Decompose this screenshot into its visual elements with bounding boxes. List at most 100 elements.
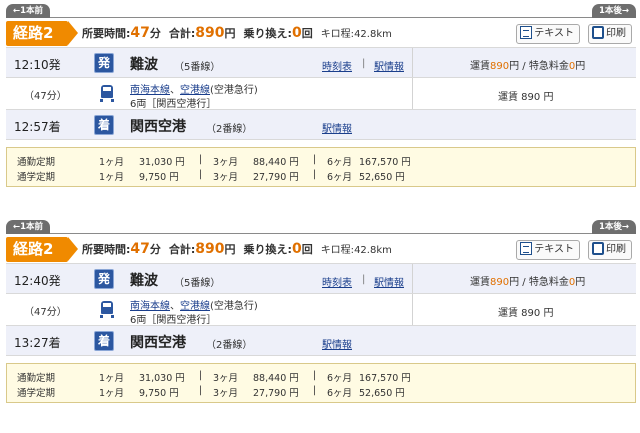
route-summary: 経路2 所要時間:47分 合計:890円 乗り換え:0回 キロ程:42.8km テキス… xyxy=(6,234,636,264)
fare-column-divider xyxy=(412,264,413,293)
arrival-row: 13:27着 着 関西空港 （2番線） 駅情報 xyxy=(6,326,636,356)
segment-row: （47分） 南海本線、空港線(空港急行) 6両［関西空港行］ 運賃 890 円 xyxy=(6,78,636,110)
total-fare-unit: 円 xyxy=(224,27,236,40)
pass-3m-value: 27,790 円 xyxy=(253,172,299,183)
fare-value: 890 xyxy=(490,277,510,288)
next-train-button[interactable]: 1本後→ xyxy=(591,4,636,18)
route-navbar: ←1本前 1本後→ xyxy=(0,218,640,234)
departure-badge: 発 xyxy=(94,269,114,289)
fare-summary: 運賃890円 / 特急料金0円 xyxy=(470,57,585,72)
text-view-button[interactable]: テキスト xyxy=(516,24,580,44)
pass-6m-label: 6ヶ月 xyxy=(327,373,353,384)
pass-3m-value: 27,790 円 xyxy=(253,388,299,399)
departure-time: 12:10発 xyxy=(14,58,61,72)
segment-row: （47分） 南海本線、空港線(空港急行) 6両［関西空港行］ 運賃 890 円 xyxy=(6,294,636,326)
duration-unit: 分 xyxy=(149,27,161,40)
segment-duration: （47分） xyxy=(24,307,67,318)
route-navbar: ←1本前 1本後→ xyxy=(0,2,640,18)
commuter-pass-box: 通勤定期 1ヶ月 31,030 円 | 3ヶ月 88,440 円 | 6ヶ月 1… xyxy=(6,147,636,187)
pass-separator: | xyxy=(313,385,317,396)
pass-separator: | xyxy=(313,370,317,381)
train-type: (空港急行) xyxy=(210,85,258,96)
total-fare-unit: 円 xyxy=(224,243,236,256)
pass-1m-value: 9,750 円 xyxy=(139,172,179,183)
pass-separator: | xyxy=(199,169,203,180)
link-separator: | xyxy=(362,58,366,69)
pass-type: 通学定期 xyxy=(17,172,56,183)
pass-1m-label: 1ヶ月 xyxy=(99,388,125,399)
print-button[interactable]: 印刷 xyxy=(588,24,632,44)
train-type: (空港急行) xyxy=(210,301,258,312)
departure-station-info-link[interactable]: 駅情報 xyxy=(374,274,404,289)
route-summary: 経路2 所要時間:47分 合計:890円 乗り換え:0回 キロ程:42.8km テキス… xyxy=(6,18,636,48)
train-icon xyxy=(100,85,114,103)
arrival-platform: （2番線） xyxy=(206,124,253,135)
pass-separator: | xyxy=(199,370,203,381)
fare-column-divider xyxy=(412,78,413,109)
transfer-unit: 回 xyxy=(301,27,313,40)
departure-time: 12:40発 xyxy=(14,274,61,288)
fare-prefix: 運賃 xyxy=(470,277,490,288)
duration-label: 所要時間: xyxy=(82,27,131,40)
arrival-station-info-link[interactable]: 駅情報 xyxy=(322,336,352,351)
fare-prefix: 運賃 xyxy=(470,61,490,72)
text-view-label: テキスト xyxy=(534,28,574,39)
pass-3m-label: 3ヶ月 xyxy=(213,157,239,168)
pass-separator: | xyxy=(313,154,317,165)
departure-badge: 発 xyxy=(94,53,114,73)
pass-6m-label: 6ヶ月 xyxy=(327,157,353,168)
fare-column-divider xyxy=(412,48,413,77)
route-summary-text: 所要時間:47分 合計:890円 乗り換え:0回 キロ程:42.8km xyxy=(82,25,392,41)
arrival-badge: 着 xyxy=(94,331,114,351)
print-label: 印刷 xyxy=(606,244,626,255)
train-cars-destination: 6両［関西空港行］ xyxy=(130,315,217,326)
transfer-label: 乗り換え: xyxy=(243,27,292,40)
fare-summary: 運賃890円 / 特急料金0円 xyxy=(470,273,585,288)
pass-6m-value: 52,650 円 xyxy=(359,388,405,399)
departure-station-info-link[interactable]: 駅情報 xyxy=(374,58,404,73)
pass-3m-label: 3ヶ月 xyxy=(213,388,239,399)
duration-value: 47 xyxy=(130,25,150,41)
departure-row: 12:40発 発 難波 （5番線） 時刻表 | 駅情報 運賃890円 / 特急料… xyxy=(6,264,636,294)
text-view-button[interactable]: テキスト xyxy=(516,240,580,260)
train-icon xyxy=(100,301,114,319)
previous-train-button[interactable]: ←1本前 xyxy=(6,4,51,18)
pass-type: 通勤定期 xyxy=(17,373,56,384)
timetable-link[interactable]: 時刻表 xyxy=(322,274,352,289)
departure-row: 12:10発 発 難波 （5番線） 時刻表 | 駅情報 運賃890円 / 特急料… xyxy=(6,48,636,78)
line-name: 南海本線、空港線(空港急行) xyxy=(130,297,258,312)
distance-value: 42.8km xyxy=(354,29,392,40)
departure-platform: （5番線） xyxy=(174,278,221,289)
pass-6m-value: 167,570 円 xyxy=(359,157,411,168)
next-train-button[interactable]: 1本後→ xyxy=(591,220,636,234)
arrival-station-info-link[interactable]: 駅情報 xyxy=(322,120,352,135)
pass-type: 通勤定期 xyxy=(17,157,56,168)
document-icon xyxy=(520,26,533,39)
train-cars-destination: 6両［関西空港行］ xyxy=(130,99,217,110)
pass-separator: | xyxy=(313,169,317,180)
total-fare-value: 890 xyxy=(195,25,225,41)
pass-6m-label: 6ヶ月 xyxy=(327,172,353,183)
total-fare-label: 合計: xyxy=(168,243,196,256)
pass-1m-value: 31,030 円 xyxy=(139,373,185,384)
total-fare-label: 合計: xyxy=(168,27,196,40)
route-number-badge: 経路2 xyxy=(6,237,78,262)
print-button[interactable]: 印刷 xyxy=(588,240,632,260)
pass-1m-value: 9,750 円 xyxy=(139,388,179,399)
fare-value: 890 xyxy=(490,61,510,72)
printer-icon xyxy=(592,26,604,39)
pass-6m-value: 167,570 円 xyxy=(359,373,411,384)
pass-3m-value: 88,440 円 xyxy=(253,157,299,168)
pass-6m-label: 6ヶ月 xyxy=(327,388,353,399)
segment-fare: 運賃 890 円 xyxy=(498,308,554,319)
transfer-unit: 回 xyxy=(301,243,313,256)
timetable-link[interactable]: 時刻表 xyxy=(322,58,352,73)
pass-separator: | xyxy=(199,154,203,165)
previous-train-button[interactable]: ←1本前 xyxy=(6,220,51,234)
fare-suffix: 円 xyxy=(575,61,586,72)
transfer-value: 0 xyxy=(291,241,302,257)
fare-suffix: 円 xyxy=(575,277,586,288)
transfer-value: 0 xyxy=(291,25,302,41)
departure-station: 難波 xyxy=(130,57,158,73)
pass-6m-value: 52,650 円 xyxy=(359,172,405,183)
